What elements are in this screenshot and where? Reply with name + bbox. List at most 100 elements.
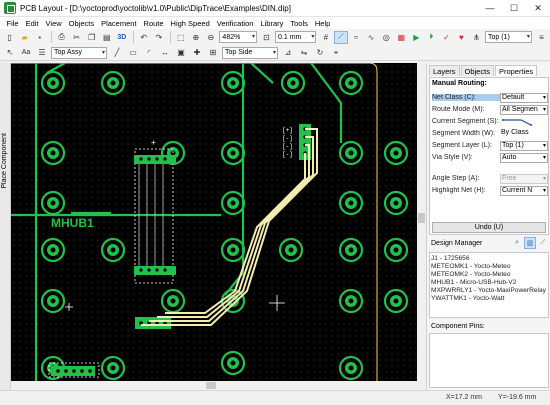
- vertical-scrollbar[interactable]: [417, 63, 426, 381]
- menu-edit[interactable]: Edit: [22, 19, 42, 28]
- via-style-select[interactable]: Auto ▾: [500, 152, 548, 163]
- pad-icon[interactable]: ▣: [174, 46, 188, 59]
- autoroute-icon[interactable]: ▶: [410, 31, 423, 44]
- save-icon[interactable]: ▪: [33, 31, 46, 44]
- panel-tabs: Layers Objects Properties: [429, 65, 538, 76]
- list-item[interactable]: J1 - 1725656: [431, 255, 547, 263]
- menu-objects[interactable]: Objects: [65, 19, 97, 28]
- width-select[interactable]: 0.1 mm ▾: [275, 31, 317, 43]
- net-class-select[interactable]: Default ▾: [500, 92, 548, 103]
- undo-button[interactable]: Undo (U): [432, 222, 546, 233]
- undo-icon[interactable]: ↶: [137, 31, 150, 44]
- menu-verification[interactable]: Verification: [213, 19, 257, 28]
- zoom-out-icon[interactable]: ⊖: [204, 31, 217, 44]
- menu-tools[interactable]: Tools: [287, 19, 312, 28]
- close-button[interactable]: ✕: [526, 0, 550, 17]
- rectangle-icon[interactable]: ▭: [126, 46, 140, 59]
- pcb-canvas[interactable]: + MHUB1 [+] [-] [-] [-]: [11, 63, 417, 381]
- print-icon[interactable]: ⎙: [55, 31, 68, 44]
- copper-pour-icon[interactable]: ▦: [395, 31, 408, 44]
- open-folder-icon[interactable]: ▰: [18, 31, 31, 44]
- place-icon[interactable]: ✚: [190, 46, 204, 59]
- design-manager-title: Design Manager: [431, 239, 483, 247]
- zoom-select[interactable]: 482% ▾: [219, 31, 257, 43]
- component-pins-list[interactable]: [429, 333, 549, 388]
- via-icon[interactable]: ◎: [380, 31, 393, 44]
- zoom-in-icon[interactable]: ⊕: [189, 31, 202, 44]
- net-connectivity-icon[interactable]: ⋔: [470, 31, 483, 44]
- menu-help[interactable]: Help: [311, 19, 333, 28]
- copy-icon[interactable]: ❐: [85, 31, 98, 44]
- line-icon[interactable]: ╱: [110, 46, 124, 59]
- properties-panel: Layers Objects Properties Manual Routing…: [426, 63, 550, 390]
- flip-icon[interactable]: ⇋: [297, 46, 311, 59]
- segment-layer-row: Segment Layer (L): Top (1) ▾: [432, 140, 548, 151]
- menu-view[interactable]: View: [42, 19, 65, 28]
- width-value: 0.1 mm: [278, 33, 302, 41]
- highlight-net-label: Highlight Net (H):: [432, 187, 486, 194]
- segment-width-value: By Class: [500, 128, 548, 139]
- component-list: J1 - 1725656 METEOMK1 - Yocto-Meteo METE…: [429, 252, 549, 318]
- menu-high-speed[interactable]: High Speed: [167, 19, 213, 28]
- align-icon[interactable]: ⊞: [206, 46, 220, 59]
- dimension-icon[interactable]: ↔: [158, 46, 172, 59]
- text-icon[interactable]: Aa: [19, 46, 33, 59]
- heart-icon[interactable]: ♥: [455, 31, 468, 44]
- paste-icon[interactable]: ▤: [100, 31, 113, 44]
- tab-layers[interactable]: Layers: [429, 65, 460, 76]
- route-view-icon[interactable]: ⟋: [537, 237, 549, 249]
- component-pins-label: Component Pins:: [431, 323, 485, 330]
- pointer-icon[interactable]: ↖: [3, 46, 17, 59]
- route-mode-select[interactable]: All Segmen ▾: [500, 104, 548, 115]
- view-3d-button[interactable]: 3D: [115, 31, 128, 44]
- route-board-icon[interactable]: ⏵: [425, 31, 438, 44]
- layer-setup-icon[interactable]: ≡: [535, 31, 548, 44]
- grid-icon[interactable]: #: [319, 31, 332, 44]
- zoom-fit-icon[interactable]: ⊡: [260, 31, 273, 44]
- layer-select[interactable]: Top (1) ▾: [484, 31, 532, 43]
- assembly-select[interactable]: Top Assy ▾: [51, 46, 107, 59]
- mounting-pads: [40, 70, 409, 381]
- arc-icon[interactable]: ◜: [142, 46, 156, 59]
- place-component-tab[interactable]: Place Component: [0, 63, 11, 393]
- segment-layer-label: Segment Layer (L):: [432, 142, 492, 149]
- horizontal-scrollbar[interactable]: [11, 381, 417, 390]
- list-item[interactable]: MXPWRRLY1 - Yocto-MaxiPowerRelay: [431, 287, 547, 295]
- route-manual-icon[interactable]: ⟋: [334, 30, 348, 44]
- scroll-thumb[interactable]: [418, 213, 425, 223]
- cut-icon[interactable]: ✂: [70, 31, 83, 44]
- new-file-icon[interactable]: ▯: [3, 31, 16, 44]
- side-select[interactable]: Top Side ▾: [222, 46, 278, 59]
- scroll-thumb[interactable]: [206, 382, 216, 389]
- menu-file[interactable]: File: [3, 19, 22, 28]
- chevron-down-icon: ▾: [542, 141, 546, 150]
- list-item[interactable]: YWATTMK1 - Yocto-Watt: [431, 295, 547, 303]
- list-view-icon[interactable]: ▥: [524, 237, 536, 249]
- route-push-icon[interactable]: ≈: [350, 31, 363, 44]
- tab-properties[interactable]: Properties: [494, 65, 538, 76]
- measure-icon[interactable]: ⊿: [281, 46, 295, 59]
- list-item[interactable]: METEOMK1 - Yocto-Meteo: [431, 263, 547, 271]
- menu-placement[interactable]: Placement: [98, 19, 140, 28]
- snap-icon[interactable]: ⌖: [329, 46, 343, 59]
- highlight-net-select[interactable]: Current N ▾: [500, 185, 548, 196]
- drc-icon[interactable]: ✓: [440, 31, 453, 44]
- properties-icon[interactable]: ☰: [35, 46, 49, 59]
- tab-objects[interactable]: Objects: [460, 65, 494, 76]
- chevron-down-icon: ▾: [101, 49, 105, 56]
- y-coordinate: Y=-19.6 mm: [498, 394, 537, 401]
- maximize-button[interactable]: ☐: [502, 0, 526, 17]
- list-item[interactable]: METEOMK2 - Yocto-Meteo: [431, 271, 547, 279]
- list-item[interactable]: MHUB1 - Micro-USB-Hub-V2: [431, 279, 547, 287]
- search-icon[interactable]: ⌕: [511, 237, 523, 249]
- segment-layer-select[interactable]: Top (1) ▾: [500, 140, 548, 151]
- menu-library[interactable]: Library: [257, 19, 287, 28]
- layer-value: Top (1): [487, 33, 510, 41]
- select-icon[interactable]: ⬚: [174, 31, 187, 44]
- menu-route[interactable]: Route: [140, 19, 167, 28]
- minimize-button[interactable]: —: [478, 0, 502, 17]
- redo-icon[interactable]: ↷: [152, 31, 165, 44]
- rotate-icon[interactable]: ↻: [313, 46, 327, 59]
- design-manager-header: Design Manager ⌕ ▥ ⟋: [429, 235, 549, 251]
- route-length-icon[interactable]: ∿: [365, 31, 378, 44]
